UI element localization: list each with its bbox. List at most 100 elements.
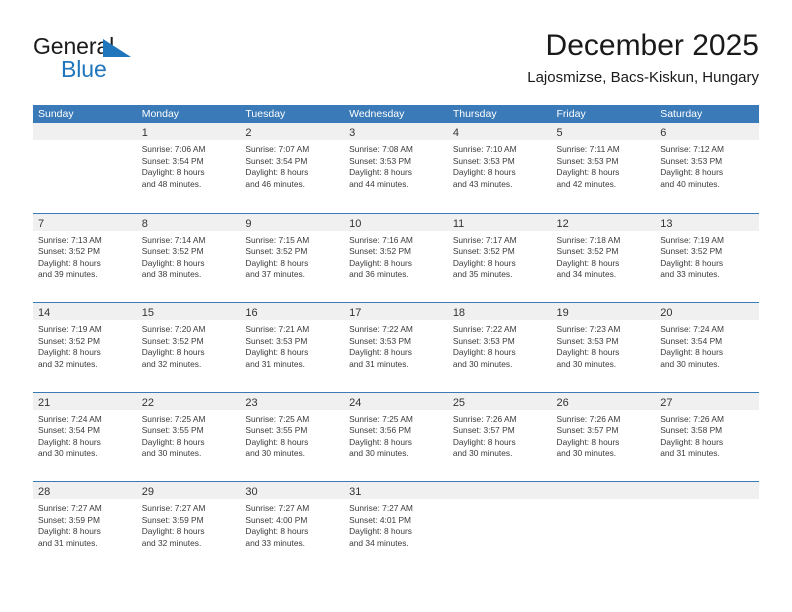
day-cell[interactable]: 11 Sunrise: 7:17 AM Sunset: 3:52 PM Dayl… [447,213,552,303]
day-cell[interactable]: 17 Sunrise: 7:22 AM Sunset: 3:53 PM Dayl… [344,303,448,392]
day-number: 30 [245,486,258,498]
sunset-text: Sunset: 3:57 PM [452,425,515,436]
day-number-band: 14 [33,303,137,320]
daylight-text-line2: and 48 minutes. [141,178,202,189]
day-number: 11 [452,217,465,230]
day-cell[interactable]: 3 Sunrise: 7:08 AM Sunset: 3:53 PM Dayli… [344,123,448,212]
daylight-text-line1: Daylight: 8 hours [38,436,101,447]
sunrise-text: Sunrise: 7:16 AM [349,234,413,245]
day-cell[interactable]: 8 Sunrise: 7:14 AM Sunset: 3:52 PM Dayli… [136,213,241,303]
day-cell[interactable]: 14 Sunrise: 7:19 AM Sunset: 3:52 PM Dayl… [33,303,137,392]
day-number-band: 7 [33,213,137,231]
day-number-band: 25 [447,392,552,410]
sunset-text: Sunset: 4:01 PM [349,514,412,525]
daylight-text-line2: and 40 minutes. [660,178,720,189]
day-cell [33,123,137,212]
day-cell[interactable]: 16 Sunrise: 7:21 AM Sunset: 3:53 PM Dayl… [240,303,345,392]
sunrise-text: Sunrise: 7:13 AM [38,234,102,245]
daylight-text-line2: and 33 minutes. [660,269,720,280]
day-number-band: 1 [136,123,241,140]
day-cell[interactable]: 12 Sunrise: 7:18 AM Sunset: 3:52 PM Dayl… [551,213,656,303]
day-cell[interactable]: 15 Sunrise: 7:20 AM Sunset: 3:52 PM Dayl… [136,303,241,392]
day-number: 3 [349,127,356,139]
day-cell[interactable]: 26 Sunrise: 7:26 AM Sunset: 3:57 PM Dayl… [551,392,656,482]
daylight-text-line1: Daylight: 8 hours [141,526,205,537]
daylight-text-line1: Daylight: 8 hours [245,436,309,447]
sunset-text: Sunset: 3:54 PM [660,335,723,346]
day-cell[interactable]: 21 Sunrise: 7:24 AM Sunset: 3:54 PM Dayl… [33,392,137,482]
day-number-band [655,482,759,499]
sunrise-text: Sunrise: 7:26 AM [660,413,724,424]
day-cell[interactable]: 9 Sunrise: 7:15 AM Sunset: 3:52 PM Dayli… [240,213,345,303]
general-blue-logo[interactable]: General Blue [33,34,173,92]
day-cell[interactable]: 10 Sunrise: 7:16 AM Sunset: 3:52 PM Dayl… [344,213,448,303]
day-info: Sunrise: 7:17 AM Sunset: 3:52 PM Dayligh… [448,231,552,281]
day-cell[interactable]: 23 Sunrise: 7:25 AM Sunset: 3:55 PM Dayl… [240,392,345,482]
sunset-text: Sunset: 3:55 PM [141,425,204,436]
daylight-text-line1: Daylight: 8 hours [556,347,620,358]
daylight-text-line2: and 30 minutes. [245,448,306,459]
sunset-text: Sunset: 3:52 PM [38,335,100,346]
daylight-text-line1: Daylight: 8 hours [452,167,516,178]
day-number: 6 [660,127,667,139]
day-cell[interactable]: 6 Sunrise: 7:12 AM Sunset: 3:53 PM Dayli… [655,123,759,212]
daylight-text-line2: and 30 minutes. [452,358,513,369]
sunrise-text: Sunrise: 7:26 AM [556,413,621,424]
day-cell[interactable]: 2 Sunrise: 7:07 AM Sunset: 3:54 PM Dayli… [240,123,345,212]
day-cell[interactable]: 5 Sunrise: 7:11 AM Sunset: 3:53 PM Dayli… [551,123,656,212]
day-cell[interactable]: 27 Sunrise: 7:26 AM Sunset: 3:58 PM Dayl… [655,392,759,482]
day-number: 9 [245,217,252,230]
day-cell[interactable]: 4 Sunrise: 7:10 AM Sunset: 3:53 PM Dayli… [447,123,552,212]
sunrise-text: Sunrise: 7:24 AM [660,324,724,334]
day-number: 22 [141,396,154,409]
day-cell[interactable]: 31 Sunrise: 7:27 AM Sunset: 4:01 PM Dayl… [344,482,448,571]
sunset-text: Sunset: 3:53 PM [452,335,515,346]
day-number-band: 10 [344,213,448,231]
day-cell[interactable]: 29 Sunrise: 7:27 AM Sunset: 3:59 PM Dayl… [136,482,241,571]
sunrise-text: Sunrise: 7:15 AM [245,234,310,245]
day-number-band: 21 [33,392,137,410]
day-info: Sunrise: 7:26 AM Sunset: 3:57 PM Dayligh… [448,410,552,460]
day-cell[interactable]: 22 Sunrise: 7:25 AM Sunset: 3:55 PM Dayl… [136,392,241,482]
day-cell[interactable]: 25 Sunrise: 7:26 AM Sunset: 3:57 PM Dayl… [447,392,552,482]
day-info: Sunrise: 7:26 AM Sunset: 3:57 PM Dayligh… [552,410,656,460]
daylight-text-line2: and 42 minutes. [556,178,617,189]
sunrise-text: Sunrise: 7:20 AM [141,324,206,334]
daylight-text-line2: and 36 minutes. [349,269,409,280]
day-cell[interactable]: 1 Sunrise: 7:06 AM Sunset: 3:54 PM Dayli… [136,123,241,212]
daylight-text-line2: and 31 minutes. [38,537,98,548]
day-info: Sunrise: 7:23 AM Sunset: 3:53 PM Dayligh… [552,320,656,370]
day-cell[interactable]: 7 Sunrise: 7:13 AM Sunset: 3:52 PM Dayli… [33,213,137,303]
day-cell[interactable]: 24 Sunrise: 7:25 AM Sunset: 3:56 PM Dayl… [344,392,448,482]
day-info: Sunrise: 7:15 AM Sunset: 3:52 PM Dayligh… [240,231,344,281]
day-number: 8 [141,217,148,230]
daylight-text-line1: Daylight: 8 hours [141,436,205,447]
day-number-band: 15 [136,303,241,320]
sunrise-text: Sunrise: 7:10 AM [452,144,517,154]
sunset-text: Sunset: 3:52 PM [245,246,308,257]
day-cell[interactable]: 30 Sunrise: 7:27 AM Sunset: 4:00 PM Dayl… [240,482,345,571]
day-cell[interactable]: 28 Sunrise: 7:27 AM Sunset: 3:59 PM Dayl… [33,482,137,571]
calendar-page: General Blue December 2025 Lajosmizse, B… [0,0,792,612]
daylight-text-line2: and 39 minutes. [38,269,98,280]
sunset-text: Sunset: 3:52 PM [141,335,204,346]
day-number-band: 18 [447,303,552,320]
day-number-band: 19 [551,303,656,320]
day-number-band: 5 [551,123,656,140]
day-cell[interactable]: 19 Sunrise: 7:23 AM Sunset: 3:53 PM Dayl… [551,303,656,392]
daylight-text-line2: and 30 minutes. [556,358,617,369]
sunrise-text: Sunrise: 7:06 AM [141,144,206,154]
weekday-header-row: Sunday Monday Tuesday Wednesday Thursday… [33,105,759,123]
sunrise-text: Sunrise: 7:22 AM [452,324,517,334]
daylight-text-line2: and 33 minutes. [245,537,306,548]
day-info [33,140,137,144]
sunset-text: Sunset: 3:54 PM [141,155,204,166]
day-cell[interactable]: 20 Sunrise: 7:24 AM Sunset: 3:54 PM Dayl… [655,303,759,392]
day-info: Sunrise: 7:25 AM Sunset: 3:55 PM Dayligh… [137,410,241,460]
daylight-text-line1: Daylight: 8 hours [349,167,412,178]
day-cell[interactable]: 13 Sunrise: 7:19 AM Sunset: 3:52 PM Dayl… [655,213,759,303]
day-number-band: 27 [655,392,759,410]
daylight-text-line1: Daylight: 8 hours [556,257,620,268]
day-cell[interactable]: 18 Sunrise: 7:22 AM Sunset: 3:53 PM Dayl… [447,303,552,392]
day-info: Sunrise: 7:11 AM Sunset: 3:53 PM Dayligh… [552,140,656,190]
